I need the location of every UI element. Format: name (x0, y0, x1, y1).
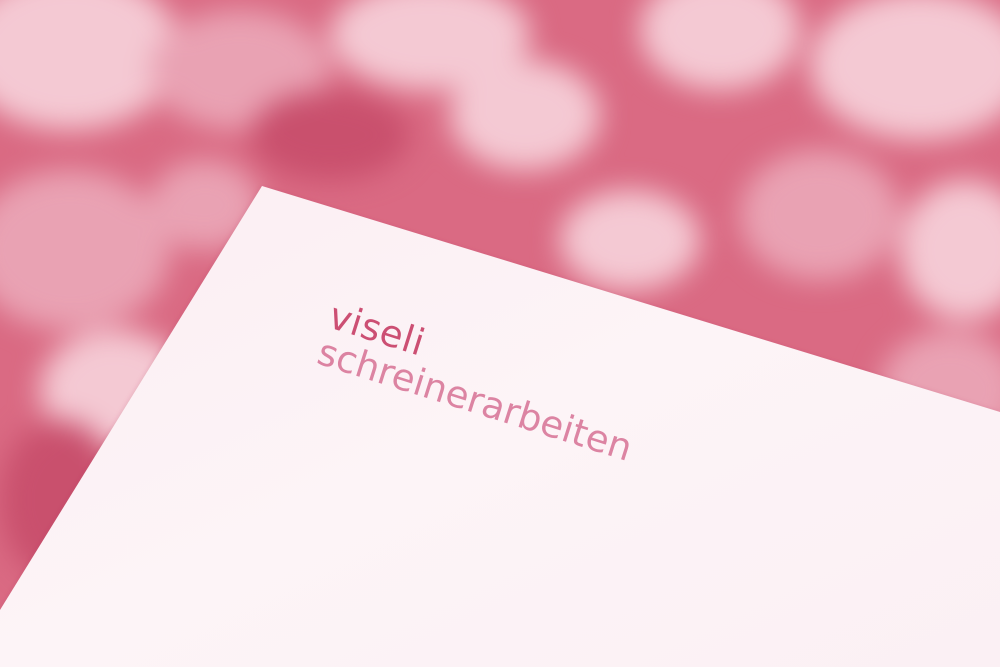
photo-scene: viseli schreinerarbeiten (0, 0, 1000, 667)
letterhead-paper (0, 186, 1000, 667)
